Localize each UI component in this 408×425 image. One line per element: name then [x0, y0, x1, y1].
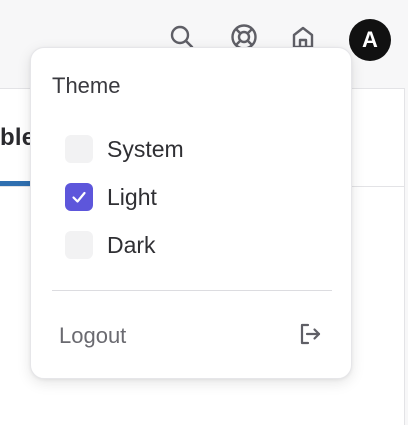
user-menu-dropdown: Theme System Light Dark Logout	[30, 47, 352, 379]
checkbox-system[interactable]	[65, 135, 93, 163]
theme-option-dark[interactable]: Dark	[65, 230, 325, 260]
checkmark-icon	[72, 191, 86, 203]
theme-option-label: Dark	[107, 231, 156, 258]
theme-heading: Theme	[52, 73, 121, 98]
menu-divider	[52, 290, 332, 291]
theme-option-label: System	[107, 135, 184, 162]
user-avatar[interactable]: A	[349, 19, 391, 61]
checkbox-light[interactable]	[65, 183, 93, 211]
logout-icon	[297, 321, 323, 352]
logout-label: Logout	[59, 323, 127, 348]
theme-option-light[interactable]: Light	[65, 182, 325, 212]
theme-option-label: Light	[107, 183, 157, 210]
checkbox-dark[interactable]	[65, 231, 93, 259]
active-tab-indicator	[0, 181, 30, 186]
theme-option-system[interactable]: System	[65, 134, 325, 164]
logout-button[interactable]: Logout	[59, 320, 323, 352]
